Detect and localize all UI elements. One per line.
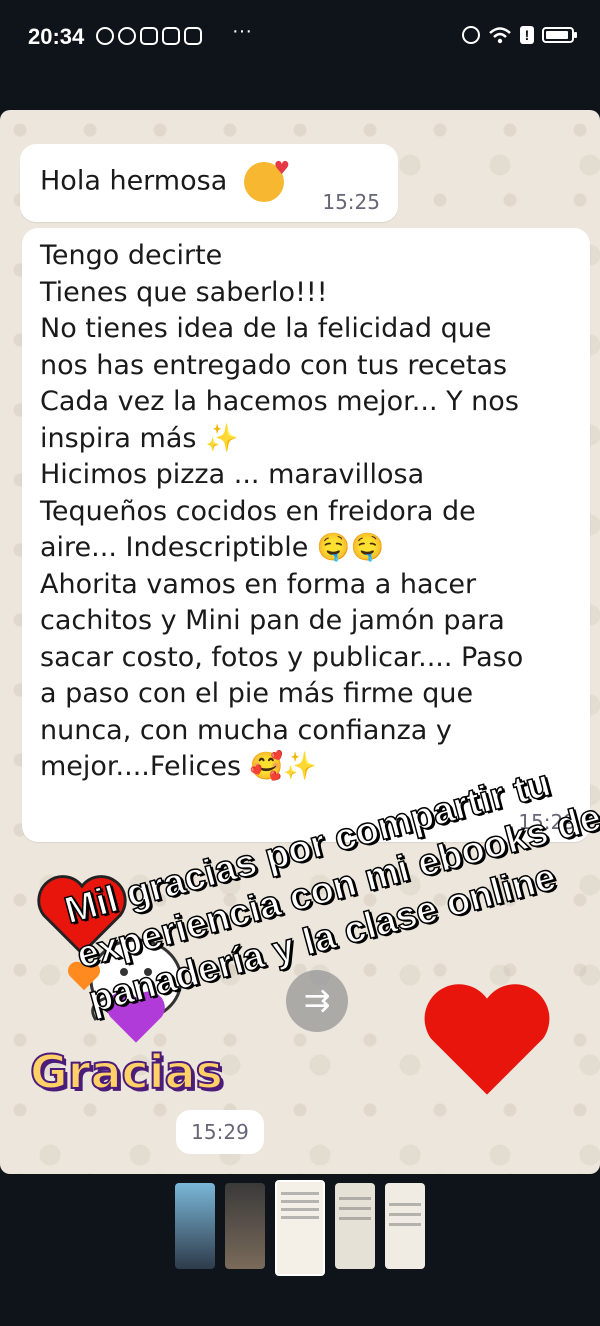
battery-icon	[542, 27, 577, 43]
story-thumbnail[interactable]	[385, 1183, 425, 1269]
message-line: Hicimos pizza ... maravillosa	[40, 459, 425, 490]
message-line: Tienes que saberlo!!!	[40, 276, 328, 308]
alert-icon: !	[520, 26, 534, 44]
instagram-icon	[162, 27, 180, 45]
notification-icons	[96, 27, 202, 45]
message-line: a paso con el pie más firme que	[40, 678, 474, 709]
message-text: Hola hermosa	[40, 165, 228, 197]
story-content[interactable]: Hola hermosa 15:25 Tengo decirte Tienes …	[0, 110, 600, 1174]
message-line: No tienes idea de la felicidad que	[40, 313, 492, 344]
forward-button[interactable]: ⇉	[286, 970, 348, 1032]
wifi-icon	[489, 27, 511, 44]
story-thumbnail[interactable]	[335, 1183, 375, 1269]
message-bubble-2: Tengo decirte Tienes que saberlo!!! No t…	[22, 228, 590, 842]
message-line: aire... Indescriptible 🤤🤤	[40, 532, 385, 563]
message-line: nunca, con mucha confianza y	[40, 714, 452, 746]
system-icons: !	[462, 26, 577, 44]
big-red-heart-icon	[424, 984, 550, 1095]
whatsapp-business-icon	[96, 27, 114, 45]
message-line: Tengo decirte	[40, 240, 223, 271]
story-thumbnail[interactable]	[225, 1183, 265, 1269]
message-line: Tequeños cocidos en freidora de	[40, 495, 476, 527]
story-thumbnails	[0, 1180, 600, 1280]
message-body: Tengo decirte Tienes que saberlo!!! No t…	[40, 238, 580, 786]
message-line: inspira más ✨	[40, 422, 239, 454]
story-thumbnail[interactable]	[175, 1183, 215, 1269]
alarm-icon	[462, 26, 480, 44]
message-line: Cada vez la hacemos mejor... Y nos	[40, 386, 519, 417]
message-line: Ahorita vamos en forma a hacer	[40, 568, 477, 600]
message-line: nos has entregado con tus recetas	[40, 349, 508, 381]
message-line: sacar costo, fotos y publicar.... Paso	[40, 641, 524, 673]
clock: 20:34	[28, 24, 85, 49]
message-bubble-1: Hola hermosa 15:25	[20, 144, 398, 222]
sticker-timestamp: 15:29	[176, 1110, 264, 1154]
whatsapp-icon	[118, 27, 136, 45]
more-notifications: ···	[232, 20, 252, 42]
instagram-icon	[140, 27, 158, 45]
gracias-sticker: Gracias	[29, 1044, 224, 1100]
kiss-emoji-icon	[243, 158, 290, 202]
message-timestamp: 15:25	[322, 190, 380, 214]
instagram-icon	[184, 27, 202, 45]
story-thumbnail-active[interactable]	[275, 1180, 325, 1276]
status-bar: 20:34 ··· !	[0, 0, 600, 80]
message-line: cachitos y Mini pan de jamón para	[40, 605, 505, 636]
